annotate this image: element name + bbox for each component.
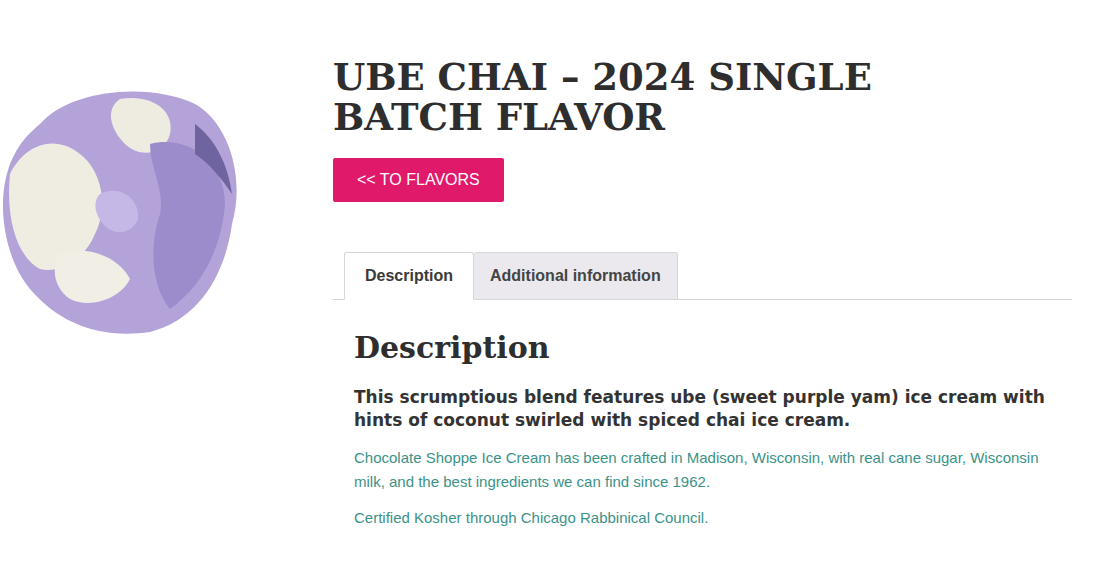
- product-details: UBE CHAI – 2024 SINGLE BATCH FLAVOR << T…: [333, 0, 1107, 563]
- ice-cream-scoop-icon: [0, 84, 240, 336]
- description-paragraph: Chocolate Shoppe Ice Cream has been craf…: [354, 446, 1062, 494]
- description-panel: Description This scrumptious blend featu…: [333, 330, 1072, 530]
- tab-bar: DescriptionAdditional information: [333, 252, 1072, 300]
- description-paragraph: Certified Kosher through Chicago Rabbini…: [354, 506, 1062, 530]
- product-image-column: [0, 0, 333, 563]
- description-lead: This scrumptious blend features ube (swe…: [354, 386, 1062, 432]
- tab[interactable]: Additional information: [474, 252, 678, 300]
- product-title: UBE CHAI – 2024 SINGLE BATCH FLAVOR: [333, 58, 1013, 138]
- tab[interactable]: Description: [344, 252, 474, 300]
- back-to-flavors-button[interactable]: << TO FLAVORS: [333, 158, 504, 202]
- description-heading: Description: [354, 330, 1062, 366]
